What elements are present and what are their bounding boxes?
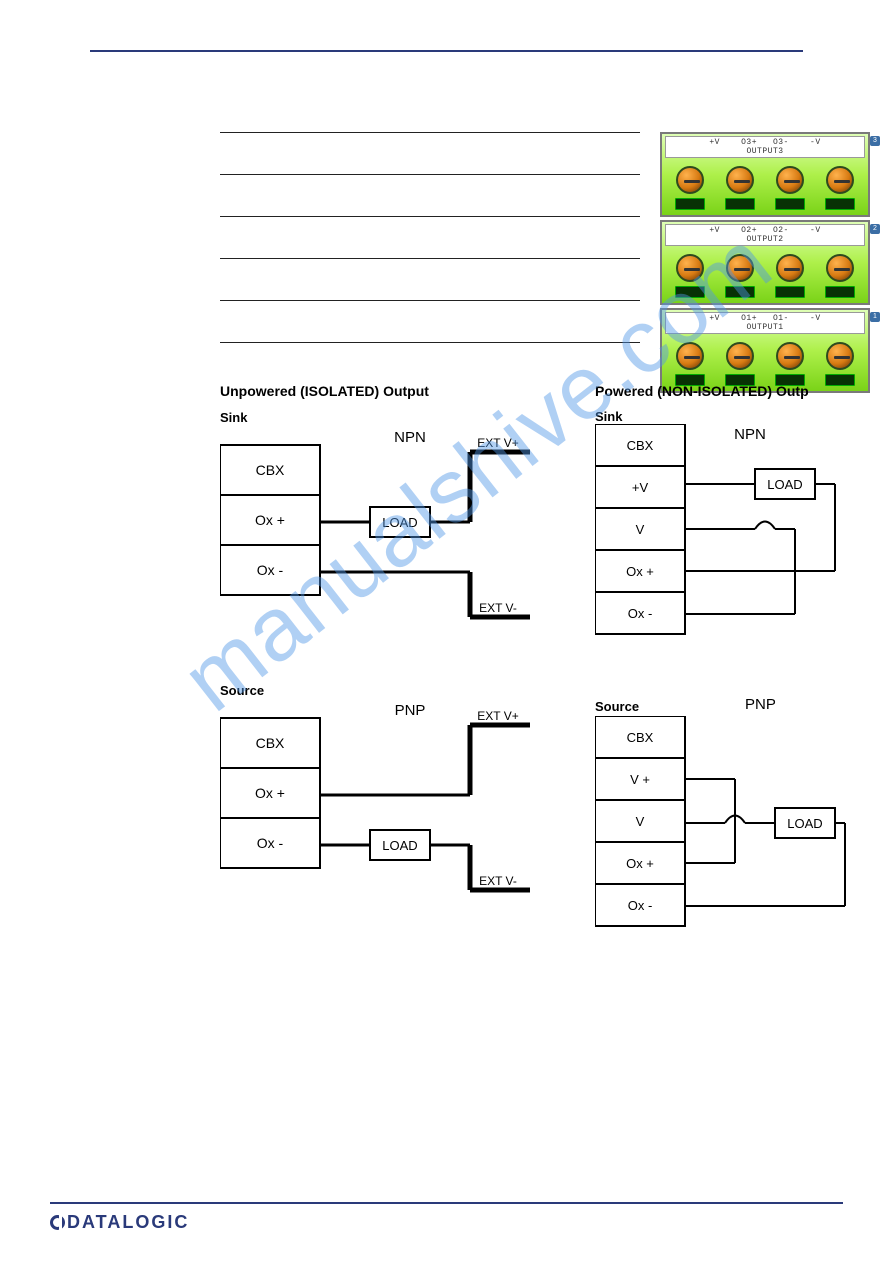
slot-row [665, 284, 865, 300]
footer-rule [50, 1202, 843, 1204]
svg-text:Ox -: Ox - [628, 898, 653, 913]
screw-row [665, 338, 865, 372]
slot-icon [675, 286, 705, 298]
diagram-area: Unpowered (ISOLATED) Output Sink CBX Ox … [220, 383, 853, 991]
svg-text:Ox -: Ox - [257, 562, 284, 578]
slot-icon [675, 198, 705, 210]
screw-icon [776, 166, 804, 194]
connector-tag: 1 [870, 312, 880, 322]
connector-strip-1: 1 +V O1+ O1- -VOUTPUT1 [660, 308, 870, 393]
noniso-column: Powered (NON-ISOLATED) Outp Sink CBX +V … [595, 383, 855, 991]
connector-tag: 3 [870, 136, 880, 146]
screw-icon [726, 342, 754, 370]
table-row [220, 300, 640, 342]
svg-text:+V: +V [632, 480, 649, 495]
table-row [220, 216, 640, 258]
svg-text:NPN: NPN [394, 429, 426, 446]
brand-logo: DATALOGIC [50, 1212, 189, 1232]
svg-text:CBX: CBX [256, 735, 285, 751]
sink-label: Sink [220, 410, 247, 425]
sink-label: Sink [595, 409, 855, 424]
svg-text:LOAD: LOAD [382, 838, 417, 853]
connector-pin-label: +V O2+ O2- -VOUTPUT2 [665, 224, 865, 246]
svg-text:Ox +: Ox + [255, 785, 285, 801]
slot-icon [775, 198, 805, 210]
wiring-diagram: CBX Ox + Ox - NPN LOAD EXT V+ [220, 427, 540, 627]
sink-npn-noniso: CBX +V V Ox + Ox - NPN LOAD [595, 424, 855, 649]
screw-icon [676, 254, 704, 282]
content-area: 3 +V O3+ O3- -VOUTPUT3 2 +V O2+ O2- -VOU… [40, 132, 853, 991]
slot-icon [825, 286, 855, 298]
wiring-diagram: CBX V + V Ox + Ox - LOAD [595, 716, 855, 936]
svg-text:Ox -: Ox - [257, 835, 284, 851]
screw-row [665, 250, 865, 284]
svg-text:V: V [636, 522, 645, 537]
document-page: 3 +V O3+ O3- -VOUTPUT3 2 +V O2+ O2- -VOU… [0, 0, 893, 1263]
slot-icon [775, 286, 805, 298]
source-pnp-isolated: Source CBX Ox + Ox - PNP LOAD [220, 682, 540, 905]
svg-text:EXT V-: EXT V- [479, 601, 517, 615]
table-row [220, 132, 640, 174]
svg-text:Ox +: Ox + [255, 512, 285, 528]
svg-text:CBX: CBX [256, 462, 285, 478]
screw-icon [826, 342, 854, 370]
svg-text:Ox +: Ox + [626, 564, 654, 579]
wiring-diagram: CBX Ox + Ox - PNP LOAD EXT V+ [220, 700, 540, 900]
table-row [220, 174, 640, 216]
slot-row [665, 196, 865, 212]
connector-strip-3: 3 +V O3+ O3- -VOUTPUT3 [660, 132, 870, 217]
slot-icon [825, 198, 855, 210]
svg-text:LOAD: LOAD [382, 515, 417, 530]
screw-icon [676, 166, 704, 194]
svg-text:EXT V+: EXT V+ [477, 709, 518, 723]
source-label: Source [220, 683, 264, 698]
connector-photo: 3 +V O3+ O3- -VOUTPUT3 2 +V O2+ O2- -VOU… [660, 132, 870, 396]
screw-icon [726, 254, 754, 282]
connector-strip-2: 2 +V O2+ O2- -VOUTPUT2 [660, 220, 870, 305]
connector-tag: 2 [870, 224, 880, 234]
svg-text:Ox -: Ox - [628, 606, 653, 621]
footer: DATALOGIC [0, 1212, 893, 1233]
svg-text:LOAD: LOAD [767, 477, 802, 492]
svg-text:EXT V-: EXT V- [479, 874, 517, 888]
svg-text:LOAD: LOAD [787, 816, 822, 831]
svg-text:NPN: NPN [734, 426, 766, 443]
screw-icon [726, 166, 754, 194]
screw-icon [776, 254, 804, 282]
top-rule [90, 50, 803, 52]
svg-text:EXT V+: EXT V+ [477, 436, 518, 450]
ring-icon [50, 1215, 65, 1230]
svg-text:CBX: CBX [627, 438, 654, 453]
svg-text:V: V [636, 814, 645, 829]
screw-row [665, 162, 865, 196]
wiring-diagram: CBX +V V Ox + Ox - NPN LOAD [595, 424, 855, 644]
connector-pin-label: +V O1+ O1- -VOUTPUT1 [665, 312, 865, 334]
brand-text: DATALOGIC [67, 1212, 189, 1232]
slot-icon [725, 286, 755, 298]
spec-table: 3 +V O3+ O3- -VOUTPUT3 2 +V O2+ O2- -VOU… [220, 132, 640, 343]
connector-pin-label: +V O3+ O3- -VOUTPUT3 [665, 136, 865, 158]
column-title: Powered (NON-ISOLATED) Outp [595, 383, 855, 399]
isolated-column: Unpowered (ISOLATED) Output Sink CBX Ox … [220, 383, 540, 991]
column-title: Unpowered (ISOLATED) Output [220, 383, 540, 399]
source-pnp-noniso: CBX V + V Ox + Ox - LOAD [595, 716, 855, 941]
table-row [220, 258, 640, 300]
screw-icon [776, 342, 804, 370]
svg-text:Ox +: Ox + [626, 856, 654, 871]
pnp-label: PNP [745, 696, 893, 713]
svg-text:CBX: CBX [627, 730, 654, 745]
svg-text:PNP: PNP [395, 702, 426, 719]
screw-icon [826, 166, 854, 194]
svg-text:V +: V + [630, 772, 650, 787]
sink-npn-isolated: Sink CBX Ox + Ox - NPN LOAD [220, 409, 540, 632]
screw-icon [676, 342, 704, 370]
screw-icon [826, 254, 854, 282]
table-row [220, 342, 640, 343]
slot-icon [725, 198, 755, 210]
